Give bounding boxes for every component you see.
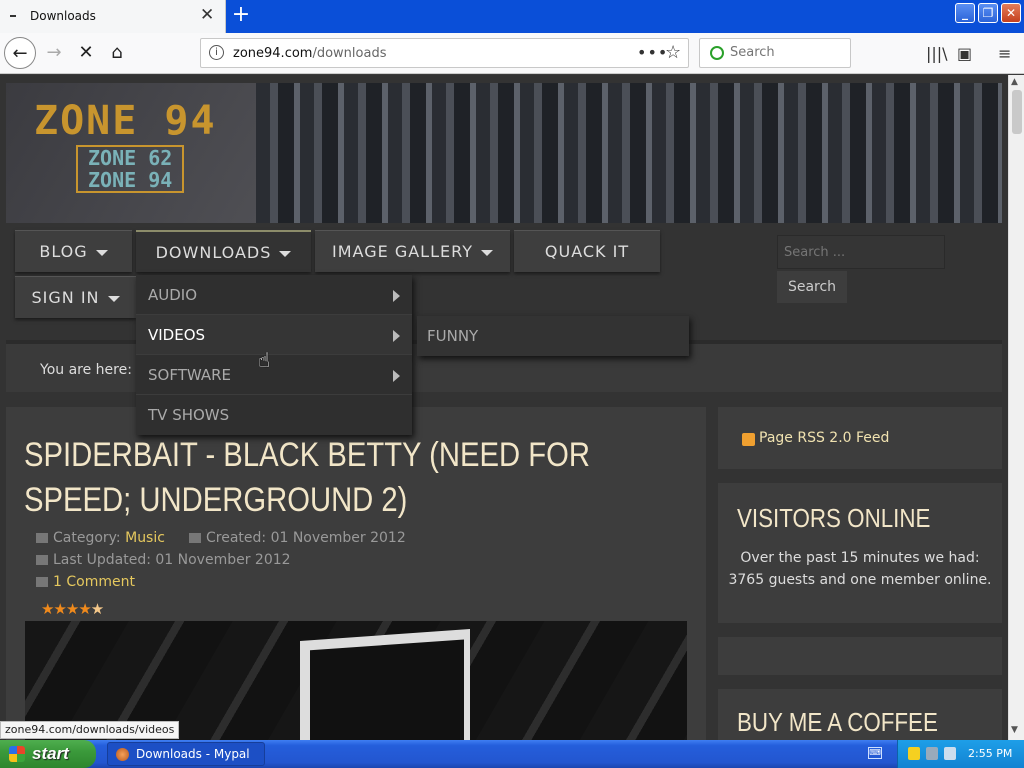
article-comments: 1 Comment <box>36 574 135 590</box>
caret-down-icon <box>480 249 493 256</box>
keyboard-icon[interactable]: ⌨ <box>868 747 882 759</box>
site-logo[interactable]: ZONE 94 <box>34 98 217 144</box>
tab-downloads[interactable]: Downloads ✕ <box>0 0 226 33</box>
volume-icon[interactable] <box>944 747 956 760</box>
scroll-up-icon[interactable]: ▲ <box>1011 77 1018 87</box>
web-page: ZONE 94 ZONE 62 ZONE 94 BLOG DOWNLOADS IM… <box>0 75 1008 740</box>
close-tab-icon[interactable]: ✕ <box>200 5 214 25</box>
taskbar: start Downloads - Mypal ⌨ 2:55 PM <box>0 740 1024 768</box>
visitors-title: VISITORS ONLINE <box>737 503 931 533</box>
caret-down-icon <box>279 250 292 257</box>
browser-search-box[interactable] <box>699 38 851 68</box>
tab-bar: Downloads ✕ + _ ❐ ✕ <box>0 0 1024 33</box>
taskbar-window-item[interactable]: Downloads - Mypal <box>107 742 265 766</box>
breadcrumb-label: You are here: <box>40 362 132 378</box>
site-banner[interactable]: ZONE 94 ZONE 62 ZONE 94 <box>6 83 1002 223</box>
calendar-icon <box>189 533 201 543</box>
submenu-item-funny[interactable]: FUNNY <box>417 316 689 356</box>
start-button[interactable]: start <box>0 740 96 768</box>
search-engine-icon <box>710 46 724 60</box>
article-created: Created: 01 November 2012 <box>189 530 406 546</box>
menu-quack-it[interactable]: QUACK IT <box>514 230 660 272</box>
rating-stars[interactable]: ★★★★★ <box>41 600 104 618</box>
dropdown-item-software[interactable]: SOFTWARE <box>136 355 412 395</box>
article: SPIDERBAIT - BLACK BETTY (NEED FOR SPEED… <box>6 407 706 740</box>
comments-link[interactable]: 1 Comment <box>53 574 135 590</box>
tab-title: Downloads <box>30 9 96 23</box>
caret-down-icon <box>95 249 108 256</box>
scroll-thumb[interactable] <box>1012 90 1022 134</box>
rss-icon <box>742 433 755 446</box>
dropdown-item-audio[interactable]: AUDIO <box>136 275 412 315</box>
close-window-button[interactable]: ✕ <box>1001 3 1021 23</box>
nav-toolbar: ← → ✕ ⌂ i zone94.com/downloads ••• ☆ |||… <box>0 33 1024 74</box>
frame-graphic <box>300 629 470 740</box>
sidebar-empty-box <box>718 637 1002 675</box>
comment-icon <box>36 577 48 587</box>
browser-window: Downloads ✕ + _ ❐ ✕ ← → ✕ ⌂ i zone94.com… <box>0 0 1024 740</box>
menu-sign-in[interactable]: SIGN IN <box>15 276 136 318</box>
visitors-box: VISITORS ONLINE Over the past 15 minutes… <box>718 483 1002 623</box>
forward-button[interactable]: → <box>38 37 70 69</box>
menu-blog[interactable]: BLOG <box>15 230 132 272</box>
dropdown-item-tv-shows[interactable]: TV SHOWS <box>136 395 412 435</box>
clock: 2:55 PM <box>968 747 1013 760</box>
article-updated: Last Updated: 01 November 2012 <box>36 552 291 568</box>
stop-button[interactable]: ✕ <box>70 37 102 69</box>
page-actions-icon[interactable]: ••• <box>637 43 668 62</box>
menu-image-gallery[interactable]: IMAGE GALLERY <box>315 230 510 272</box>
chevron-right-icon <box>393 290 400 302</box>
coffee-title: BUY ME A COFFEE <box>737 707 938 737</box>
dropdown-item-videos[interactable]: VIDEOS <box>136 315 412 355</box>
folder-icon <box>36 533 48 543</box>
chevron-right-icon <box>393 330 400 342</box>
status-bar-url: zone94.com/downloads/videos <box>0 721 180 739</box>
mypal-icon <box>116 748 129 761</box>
url-bar[interactable]: i zone94.com/downloads ••• ☆ <box>200 38 689 68</box>
new-tab-button[interactable]: + <box>230 4 252 28</box>
vertical-scrollbar[interactable]: ▲ ▼ <box>1008 75 1024 740</box>
downloads-dropdown: AUDIO VIDEOS SOFTWARE TV SHOWS <box>136 275 412 435</box>
shield-icon[interactable] <box>908 747 920 760</box>
menu-downloads[interactable]: DOWNLOADS <box>136 230 311 272</box>
site-search-input[interactable] <box>777 235 945 269</box>
system-tray: 2:55 PM <box>897 740 1024 768</box>
menu-hamburger-icon[interactable]: ≡ <box>998 44 1011 63</box>
rss-box: Page RSS 2.0 Feed <box>718 407 1002 469</box>
coffee-box: BUY ME A COFFEE <box>718 689 1002 740</box>
browser-search-input[interactable] <box>730 45 845 60</box>
visitors-text: Over the past 15 minutes we had: 3765 gu… <box>728 550 992 588</box>
site-search-button[interactable]: Search <box>777 271 847 303</box>
article-title[interactable]: SPIDERBAIT - BLACK BETTY (NEED FOR SPEED… <box>24 433 686 523</box>
city-skyline-image <box>256 83 1002 223</box>
article-category: Category: Music <box>36 530 165 546</box>
category-link[interactable]: Music <box>125 530 165 546</box>
caret-down-icon <box>107 295 120 302</box>
restore-button[interactable]: ❐ <box>978 3 998 23</box>
sidebar-toggle-icon[interactable]: ▣ <box>957 44 972 63</box>
bookmark-star-icon[interactable]: ☆ <box>665 42 681 63</box>
home-icon[interactable]: ⌂ <box>101 37 133 69</box>
library-icon[interactable]: |||\ <box>926 44 948 63</box>
windows-flag-icon <box>9 746 25 762</box>
calendar-icon <box>36 555 48 565</box>
mouse-cursor-icon: ☝ <box>258 348 271 372</box>
rss-link[interactable]: Page RSS 2.0 Feed <box>759 430 889 446</box>
loading-favicon-icon <box>10 15 16 17</box>
url-text: zone94.com/downloads <box>233 46 387 61</box>
network-icon[interactable] <box>926 747 938 760</box>
minimize-button[interactable]: _ <box>955 3 975 23</box>
chevron-right-icon <box>393 370 400 382</box>
scroll-down-icon[interactable]: ▼ <box>1011 725 1018 735</box>
back-button[interactable]: ← <box>4 37 36 69</box>
site-info-icon[interactable]: i <box>209 45 224 60</box>
site-logo-sub: ZONE 62 ZONE 94 <box>76 145 185 193</box>
